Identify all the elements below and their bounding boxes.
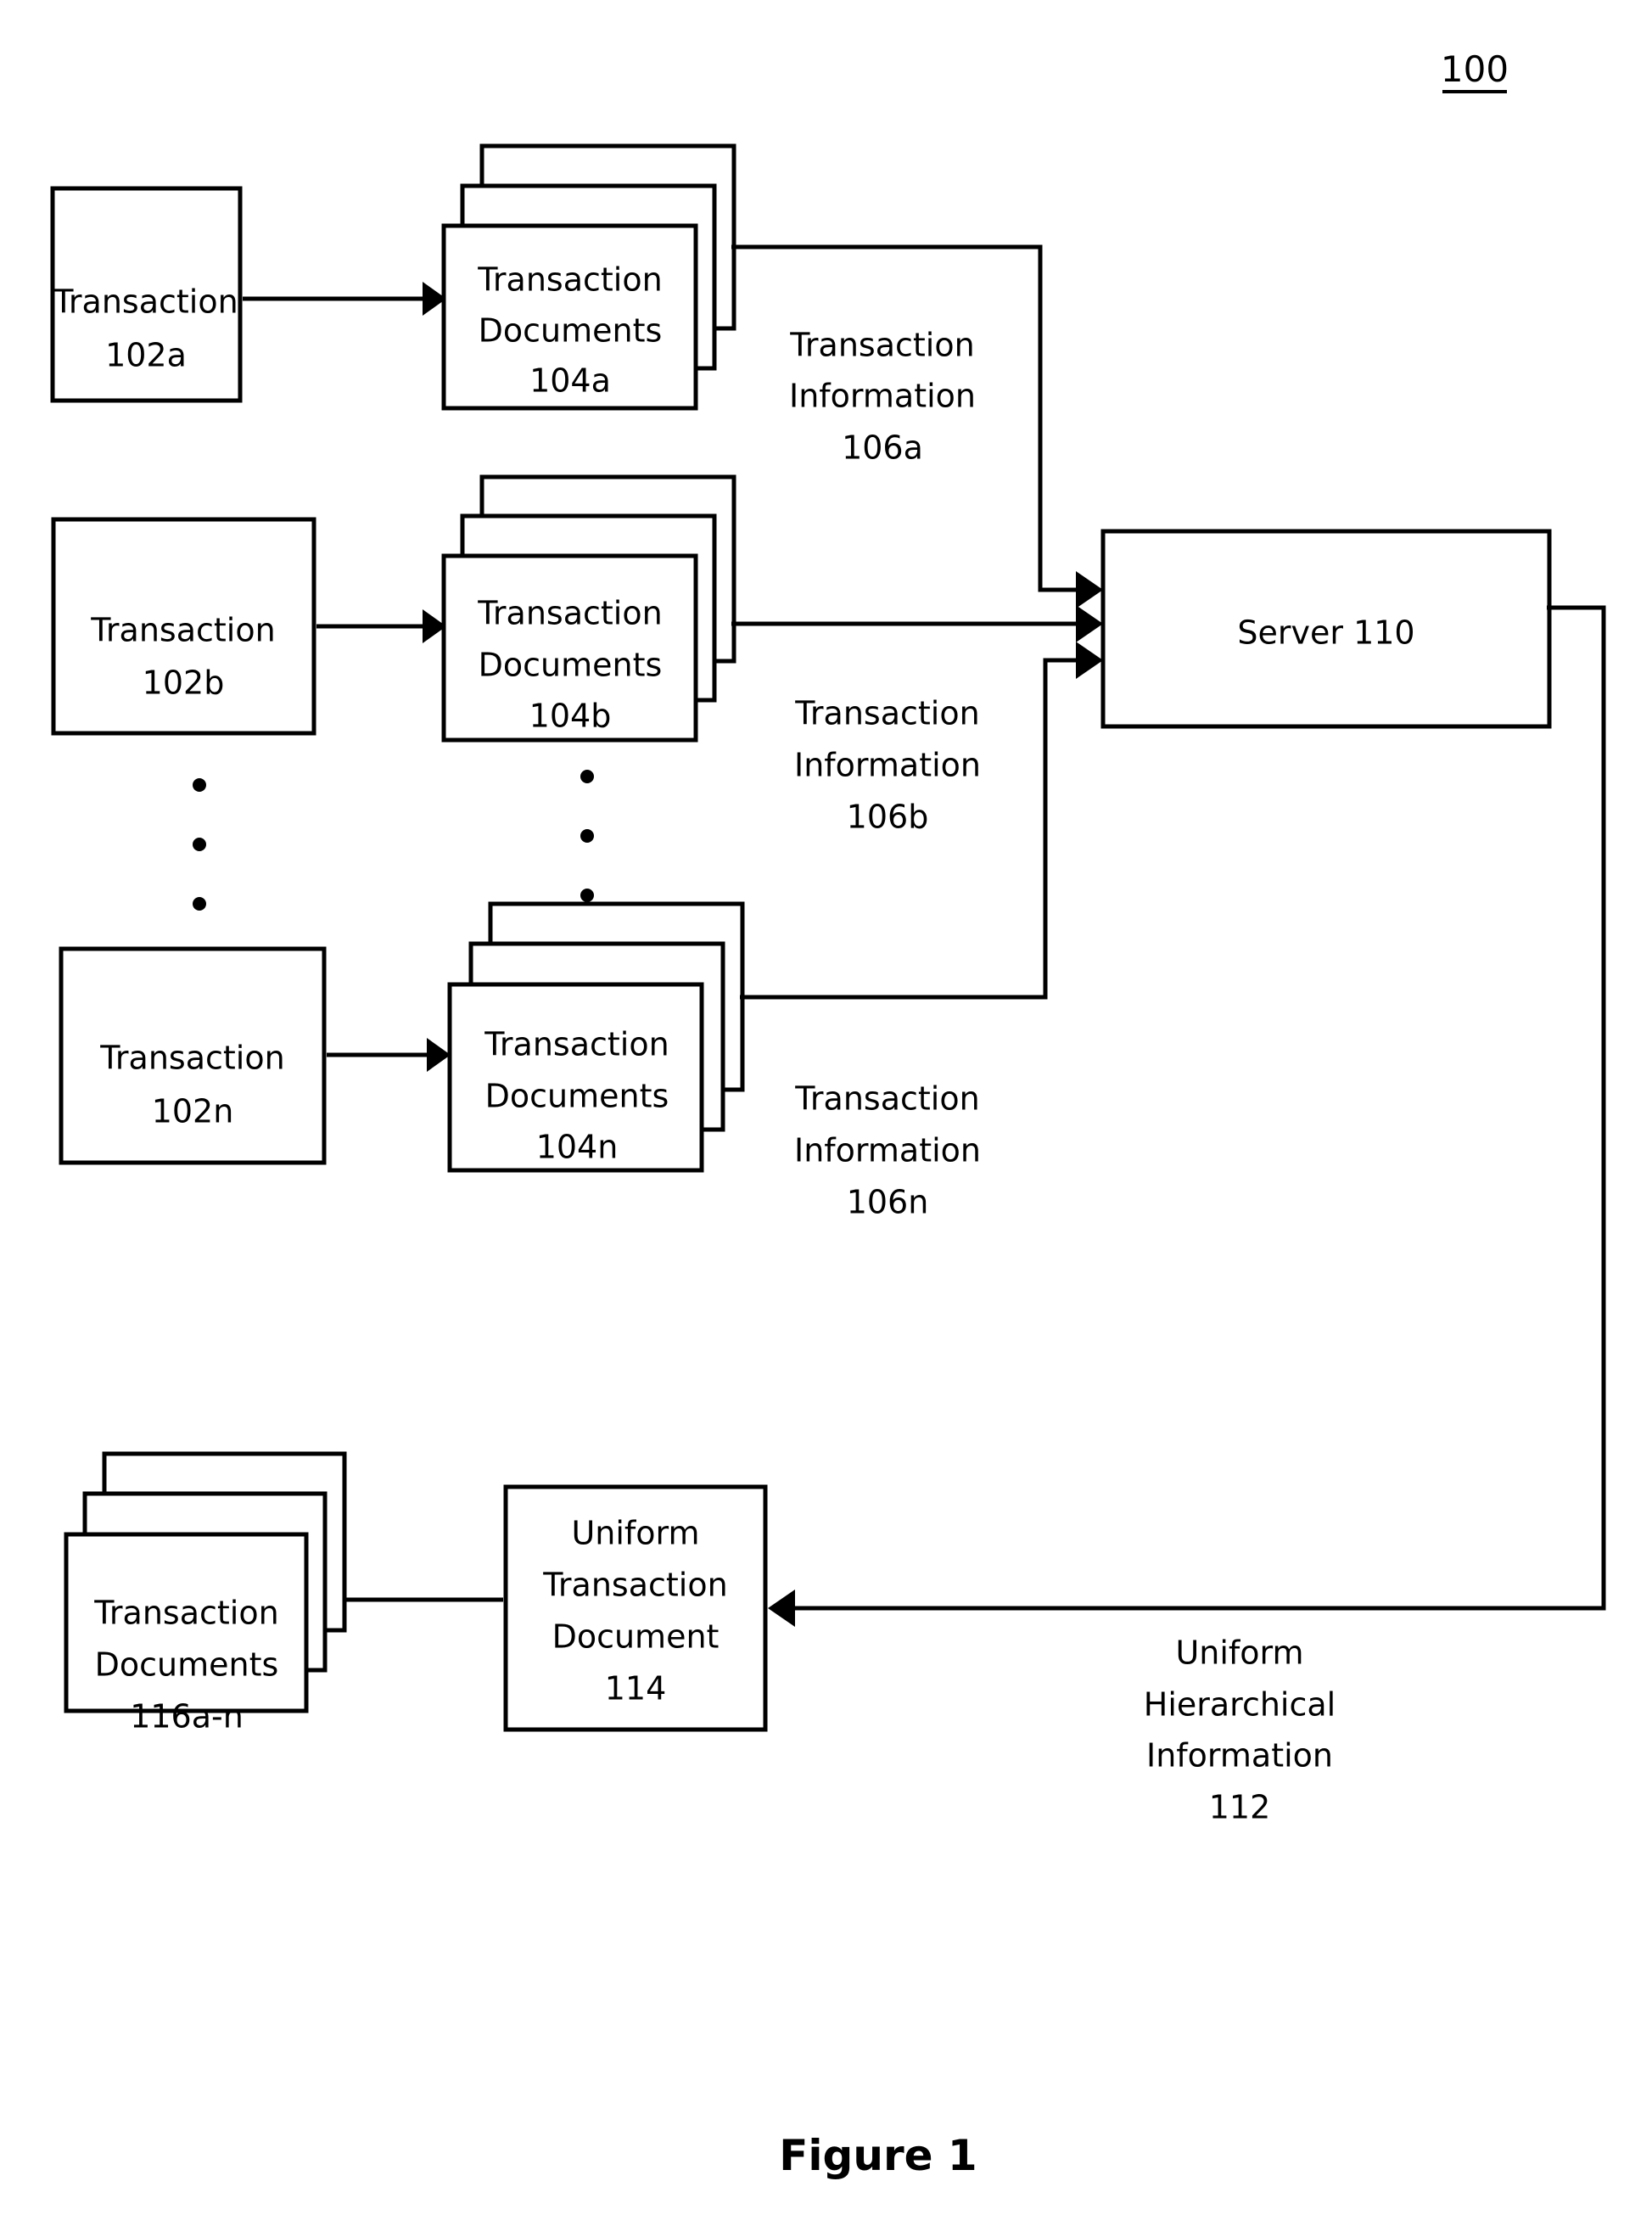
ellipsis-transactions-dot-3 [193,897,206,911]
documents-104a-label-line3: 104a [529,362,611,400]
documents-104n-label-line3: 104n [536,1129,619,1166]
ellipsis-documents-dot-2 [580,829,594,843]
patent-figure-1: 100 Transaction 102a Transaction Documen… [0,0,1652,2226]
transaction-102b-label-line2: 102b [143,664,225,702]
uniform-transaction-document-114-line3: Document [552,1618,720,1656]
transaction-102a-label-line1: Transaction [53,283,238,321]
documents-104b-label-line2: Documents [479,647,663,684]
uniform-hierarchical-information-line2: Hierarchical [1144,1686,1336,1724]
documents-104b-label-line3: 104b [529,698,612,735]
arrow-102n-to-104n-head [427,1038,451,1072]
uniform-transaction-document-114-line2: Transaction [542,1567,727,1604]
ellipsis-transactions-dot-2 [193,838,206,851]
connector-112-arrowhead [768,1590,795,1627]
ellipsis-documents-dot-1 [580,770,594,783]
documents-104n-label-line1: Transaction [484,1026,669,1063]
transaction-information-106n-line3: 106n [847,1184,929,1221]
diagram-canvas: 100 Transaction 102a Transaction Documen… [50,48,1606,2180]
transaction-102n-label-line2: 102n [152,1093,234,1130]
documents-104n-label-line2: Documents [485,1078,669,1115]
ellipsis-documents-dot-3 [580,889,594,902]
transaction-102b-label-line1: Transaction [90,612,275,649]
connector-106a-path [731,244,1078,592]
documents-116-label-line3: 116a-n [130,1698,244,1735]
figure-caption: Figure 1 [779,2131,977,2180]
documents-116-label-line2: Documents [95,1646,279,1684]
ellipsis-transactions-dot-1 [193,778,206,792]
figure-reference-numeral: 100 [1441,48,1509,90]
transaction-information-106n-line2: Information [794,1132,981,1169]
uniform-hierarchical-information-line1: Uniform [1175,1634,1303,1672]
server-110-label: Server 110 [1237,614,1414,652]
transaction-102n-label-line1: Transaction [99,1040,284,1077]
transaction-102a-label-line2: 102a [105,337,187,374]
uniform-transaction-document-114-line1: Uniform [571,1515,699,1552]
transaction-information-106n-line1: Transaction [794,1080,979,1118]
documents-104a-label-line1: Transaction [477,261,662,299]
transaction-information-106a-line2: Information [789,378,976,415]
transaction-information-106a-line1: Transaction [789,327,974,364]
connector-106n-arrowhead [1076,642,1103,679]
documents-104a-label-line2: Documents [479,312,663,350]
documents-116-label-line1: Transaction [93,1595,278,1632]
transaction-information-106b-line3: 106b [847,799,929,836]
documents-104b-label-line1: Transaction [477,595,662,632]
connector-106b-arrowhead [1076,605,1103,642]
transaction-information-106b-line2: Information [794,747,981,784]
uniform-hierarchical-information-line3: Information [1146,1737,1333,1775]
transaction-information-106b-line1: Transaction [794,695,979,732]
connector-106a-arrowhead [1076,571,1103,608]
uniform-hierarchical-information-line4: 112 [1209,1789,1271,1826]
transaction-information-106a-line3: 106a [842,429,923,467]
uniform-transaction-document-114-line4: 114 [605,1670,667,1707]
